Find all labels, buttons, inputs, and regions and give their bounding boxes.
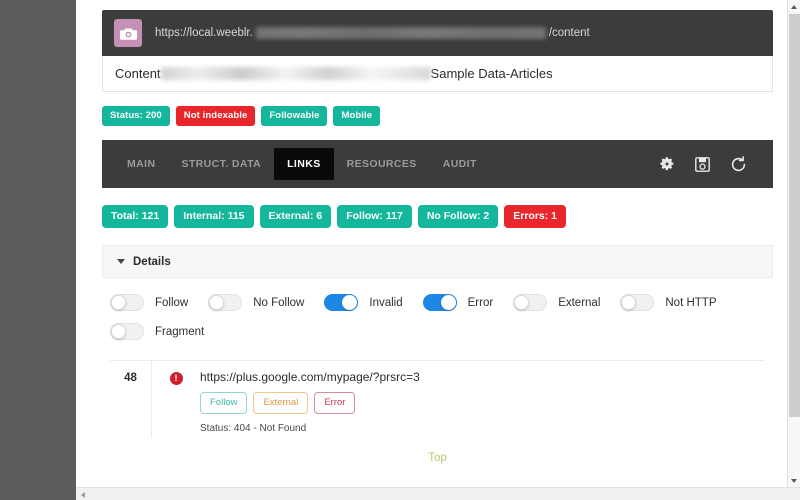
row-body: https://plus.google.com/mypage/?prsrc=3 … [200, 361, 765, 438]
toggle-external[interactable] [513, 294, 548, 311]
page-scroll-area: https://local.weeblr. /content Content S… [76, 0, 787, 487]
url-suffix: /content [548, 27, 590, 39]
error-dot: ! [169, 372, 183, 385]
counter-total[interactable]: Total: 121 [102, 205, 169, 228]
toggle-knob [209, 295, 225, 310]
scroll-left-arrow[interactable] [76, 488, 89, 500]
filter-label-invalid: Invalid [369, 296, 403, 309]
details-title: Details [133, 255, 171, 268]
toggle-knob [440, 295, 456, 310]
indexable-badge[interactable]: Not indexable [175, 106, 256, 126]
filter-label-error: Error [467, 296, 494, 309]
refresh-icon[interactable] [730, 155, 747, 173]
toggle-knob [111, 324, 126, 339]
filter-fragment: Fragment [110, 323, 218, 340]
toggle-fragment[interactable] [110, 323, 144, 340]
filter-not-http: Not HTTP [620, 294, 730, 311]
camera-icon [114, 19, 142, 47]
row-url[interactable]: https://plus.google.com/mypage/?prsrc=3 [200, 370, 765, 384]
tab-list: MAIN STRUCT. DATA LINKS RESOURCES AUDIT [114, 140, 659, 188]
tab-audit[interactable]: AUDIT [430, 140, 490, 188]
error-circle-icon: ! [152, 361, 200, 438]
row-status: Status: 404 - Not Found [200, 423, 307, 434]
filter-row-1: Follow No Follow Invalid Error External … [110, 294, 759, 311]
counter-no-follow[interactable]: No Follow: 2 [417, 205, 499, 228]
filter-follow: Follow [110, 294, 202, 311]
counter-errors[interactable]: Errors: 1 [504, 205, 567, 228]
counter-external[interactable]: External: 6 [259, 205, 332, 228]
tab-struct-data[interactable]: STRUCT. DATA [168, 140, 274, 188]
browser-viewport: https://local.weeblr. /content Content S… [76, 0, 800, 500]
chevron-down-icon [117, 259, 125, 264]
toggle-knob [342, 295, 358, 310]
url-prefix: https://local.weeblr. [155, 27, 253, 39]
filter-label-not-http: Not HTTP [665, 296, 717, 309]
link-counters: Total: 121 Internal: 115 External: 6 Fol… [102, 205, 773, 228]
row-badges: Follow External Error [200, 392, 765, 414]
counter-follow[interactable]: Follow: 117 [337, 205, 412, 228]
counter-internal[interactable]: Internal: 115 [174, 205, 254, 228]
content-value: Sample Data-Articles [430, 66, 553, 81]
tab-main[interactable]: MAIN [114, 140, 168, 188]
row-badge-follow[interactable]: Follow [200, 392, 248, 414]
url-bar: https://local.weeblr. /content [102, 10, 773, 56]
toggle-invalid[interactable] [324, 294, 359, 311]
filter-label-fragment: Fragment [155, 325, 205, 338]
toggle-knob [111, 295, 126, 310]
filter-invalid: Invalid [324, 294, 416, 311]
toggle-knob [621, 295, 637, 310]
row-badge-external[interactable]: External [253, 392, 309, 414]
toggle-not-http[interactable] [620, 294, 655, 311]
scroll-down-arrow[interactable] [788, 474, 800, 487]
vertical-scroll-thumb[interactable] [789, 14, 800, 417]
toggle-no-follow[interactable] [208, 294, 243, 311]
tab-resources[interactable]: RESOURCES [334, 140, 430, 188]
mobile-badge[interactable]: Mobile [333, 106, 381, 126]
content-redaction [160, 67, 431, 80]
followable-badge[interactable]: Followable [261, 106, 328, 126]
filter-external: External [513, 294, 614, 311]
save-icon[interactable] [695, 156, 710, 172]
details-header[interactable]: Details [102, 245, 773, 278]
scroll-up-arrow[interactable] [788, 0, 800, 13]
tab-links[interactable]: LINKS [274, 148, 334, 180]
filter-error: Error [422, 294, 508, 311]
tab-bar: MAIN STRUCT. DATA LINKS RESOURCES AUDIT [102, 140, 773, 188]
url-text: https://local.weeblr. /content [155, 27, 590, 39]
filter-row-2: Fragment [110, 323, 759, 340]
filter-label-external: External [558, 296, 601, 309]
filter-no-follow: No Follow [208, 294, 318, 311]
filter-panel: Follow No Follow Invalid Error External … [102, 278, 773, 360]
url-redaction [255, 27, 546, 39]
flag-badges: Status: 200 Not indexable Followable Mob… [102, 106, 773, 126]
row-number: 48 [110, 361, 152, 438]
vertical-scrollbar[interactable] [787, 0, 800, 487]
toggle-knob [514, 295, 530, 310]
toggle-error[interactable] [422, 294, 457, 311]
content-title-row: Content Sample Data-Articles [102, 56, 773, 92]
scroll-to-top-link[interactable]: Top [102, 438, 773, 474]
filter-label-follow: Follow [155, 296, 189, 309]
status-badge[interactable]: Status: 200 [102, 106, 170, 126]
filter-label-no-follow: No Follow [253, 296, 305, 309]
gear-icon[interactable] [659, 156, 675, 172]
tool-icon-group [659, 140, 763, 188]
horizontal-scrollbar[interactable] [76, 487, 800, 500]
toggle-follow[interactable] [110, 294, 144, 311]
content-label: Content [115, 66, 161, 81]
table-row: 48 ! https://plus.google.com/mypage/?prs… [110, 360, 765, 438]
row-badge-error[interactable]: Error [314, 392, 356, 414]
